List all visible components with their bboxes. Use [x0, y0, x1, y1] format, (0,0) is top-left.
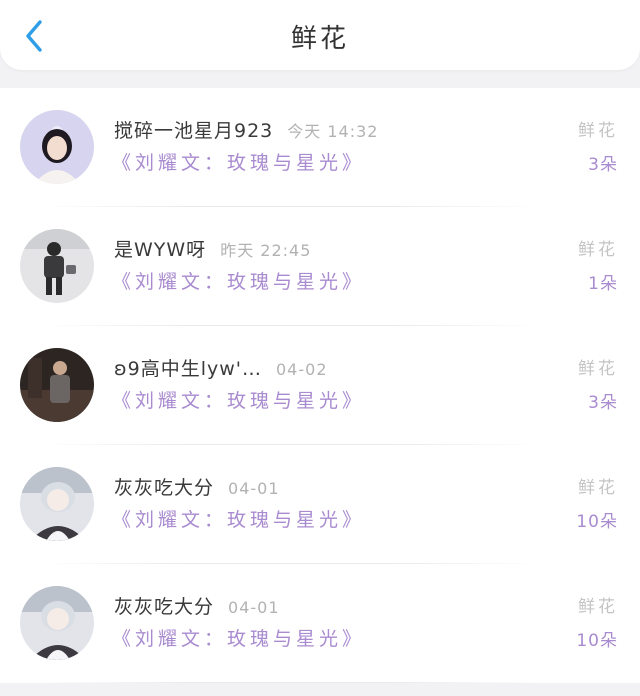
timestamp: 04-02	[276, 360, 328, 379]
song-title[interactable]: 《刘耀文：玫瑰与星光》	[112, 267, 365, 294]
gift-type: 鲜花	[578, 121, 618, 141]
gift-count: 3朵	[588, 393, 618, 413]
gift-count: 10朵	[576, 631, 618, 651]
username: 是WYW呀	[114, 239, 207, 261]
avatar[interactable]	[20, 229, 94, 303]
avatar[interactable]	[20, 586, 94, 660]
song-title[interactable]: 《刘耀文：玫瑰与星光》	[112, 624, 365, 651]
gift-type: 鲜花	[578, 240, 618, 260]
song-title[interactable]: 《刘耀文：玫瑰与星光》	[112, 505, 365, 532]
timestamp: 今天 14:32	[287, 122, 379, 141]
divider	[40, 682, 540, 683]
list-item[interactable]: 灰灰吃大分 04-01 《刘耀文：玫瑰与星光》 鲜花 10朵	[0, 564, 640, 683]
gift-count: 10朵	[576, 512, 618, 532]
timestamp: 04-01	[228, 479, 280, 498]
song-title[interactable]: 《刘耀文：玫瑰与星光》	[112, 386, 365, 413]
list-item[interactable]: ʚ9高中生lyw'… 04-02 《刘耀文：玫瑰与星光》 鲜花 3朵	[0, 326, 640, 445]
page-title: 鲜花	[290, 24, 349, 54]
avatar[interactable]	[20, 110, 94, 184]
username: ʚ9高中生lyw'…	[114, 358, 262, 380]
list-item[interactable]: 是WYW呀 昨天 22:45 《刘耀文：玫瑰与星光》 鲜花 1朵	[0, 207, 640, 326]
username: 灰灰吃大分	[114, 596, 215, 618]
timestamp: 昨天 22:45	[220, 241, 312, 260]
gift-type: 鲜花	[578, 359, 618, 379]
song-title[interactable]: 《刘耀文：玫瑰与星光》	[112, 148, 365, 175]
list-item[interactable]: 搅碎一池星月923 今天 14:32 《刘耀文：玫瑰与星光》 鲜花 3朵	[0, 88, 640, 207]
gift-count: 3朵	[588, 155, 618, 175]
list-item[interactable]: 灰灰吃大分 04-01 《刘耀文：玫瑰与星光》 鲜花 10朵	[0, 445, 640, 564]
avatar[interactable]	[20, 467, 94, 541]
gift-count: 1朵	[588, 274, 618, 294]
username: 搅碎一池星月923	[114, 120, 274, 142]
username: 灰灰吃大分	[114, 477, 215, 499]
timestamp: 04-01	[228, 598, 280, 617]
gift-type: 鲜花	[578, 478, 618, 498]
flower-gift-list: 搅碎一池星月923 今天 14:32 《刘耀文：玫瑰与星光》 鲜花 3朵 是WYW…	[0, 88, 640, 683]
top-navigation-bar: 鲜花	[0, 0, 640, 70]
gift-type: 鲜花	[578, 597, 618, 617]
avatar[interactable]	[20, 348, 94, 422]
